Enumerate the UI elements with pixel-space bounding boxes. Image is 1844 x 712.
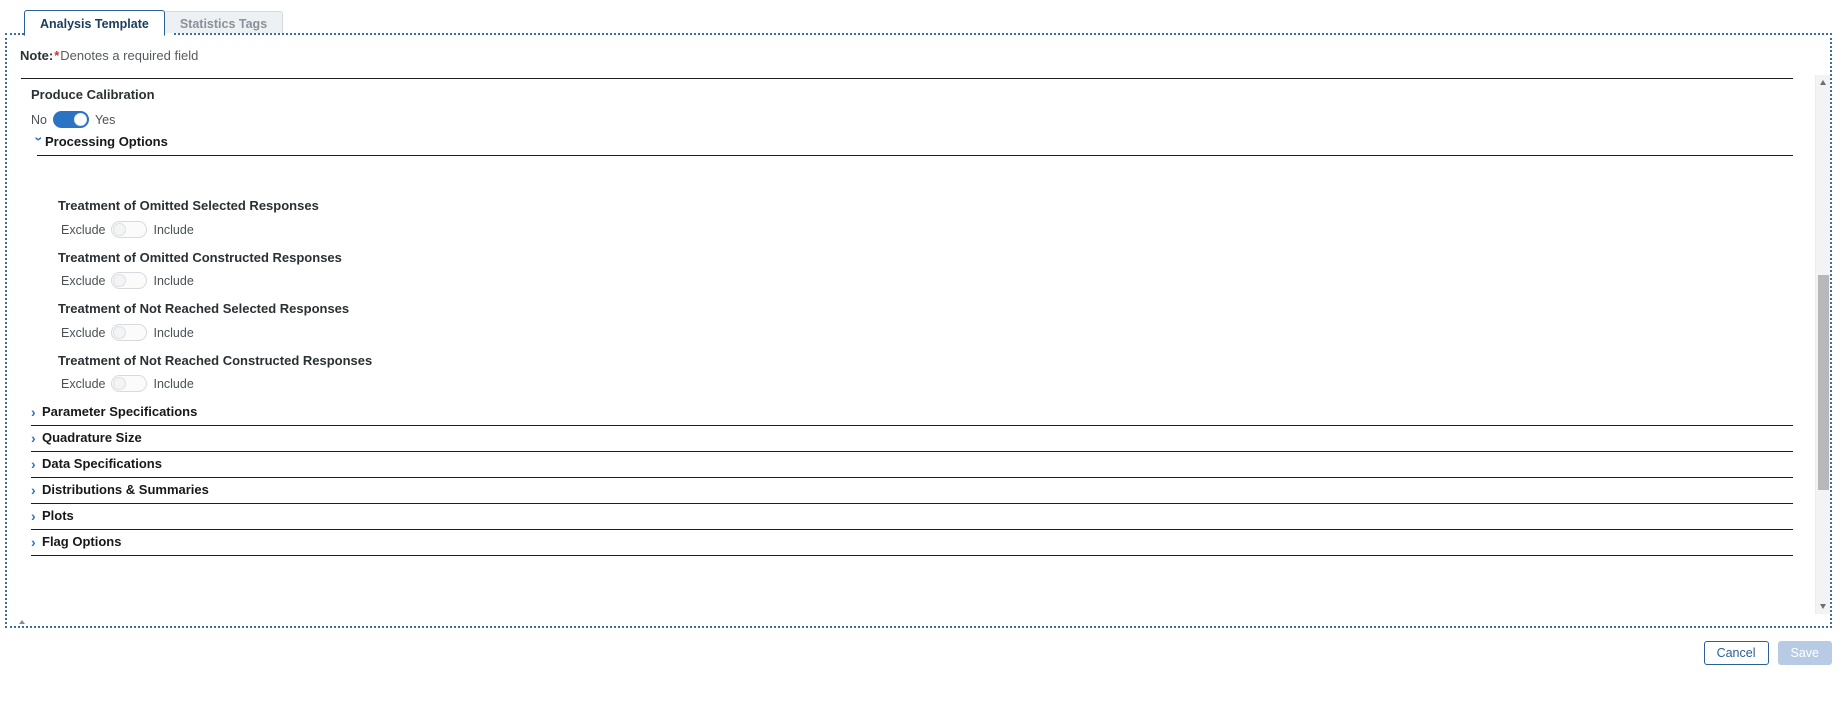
save-button[interactable]: Save bbox=[1777, 641, 1832, 665]
section-processing-options-header[interactable]: › Processing Options bbox=[31, 132, 1793, 151]
section-processing-options-rule bbox=[37, 155, 1793, 156]
section-quadrature-size: › Quadrature Size bbox=[31, 428, 1793, 452]
tab-strip: Analysis Template Statistics Tags bbox=[24, 8, 284, 36]
section-flag-options-title: Flag Options bbox=[42, 534, 122, 549]
chevron-right-icon: › bbox=[31, 403, 36, 420]
not-reached-selected-responses-label: Treatment of Not Reached Selected Respon… bbox=[58, 301, 350, 316]
not-reached-selected-responses-switch-knob bbox=[113, 326, 127, 339]
form-scroll-region[interactable]: Produce Calibration No Yes › Processing … bbox=[17, 75, 1820, 614]
section-parameter-specifications-title: Parameter Specifications bbox=[42, 404, 198, 419]
section-flag-options: › Flag Options bbox=[31, 532, 1793, 556]
not-reached-constructed-responses-off-label: Exclude bbox=[61, 376, 106, 391]
cancel-button[interactable]: Cancel bbox=[1703, 641, 1769, 665]
section-flag-options-rule bbox=[31, 555, 1793, 556]
not-reached-selected-responses-switch[interactable] bbox=[111, 324, 148, 341]
section-distributions-summaries-title: Distributions & Summaries bbox=[42, 482, 209, 497]
tab-analysis-template-label: Analysis Template bbox=[40, 17, 149, 31]
form-footer: Cancel Save bbox=[1703, 641, 1832, 665]
omitted-selected-responses-on-label: Include bbox=[153, 222, 194, 237]
scroll-down-arrow-icon[interactable] bbox=[1816, 599, 1831, 614]
chevron-right-icon: › bbox=[31, 533, 36, 550]
section-flag-options-header[interactable]: › Flag Options bbox=[31, 532, 1793, 551]
not-reached-constructed-responses-label: Treatment of Not Reached Constructed Res… bbox=[58, 353, 373, 368]
section-plots: › Plots bbox=[31, 506, 1793, 530]
not-reached-selected-responses-toggle-row: Exclude Include bbox=[61, 324, 194, 341]
chevron-right-icon: › bbox=[31, 455, 36, 472]
produce-calibration-switch-knob bbox=[73, 113, 87, 126]
omitted-constructed-responses-label: Treatment of Omitted Constructed Respons… bbox=[58, 250, 342, 265]
section-parameter-specifications-header[interactable]: › Parameter Specifications bbox=[31, 402, 1793, 421]
section-parameter-specifications-rule bbox=[31, 425, 1793, 426]
section-plots-title: Plots bbox=[42, 508, 74, 523]
section-distributions-summaries-header[interactable]: › Distributions & Summaries bbox=[31, 480, 1793, 499]
section-data-specifications: › Data Specifications bbox=[31, 454, 1793, 478]
omitted-selected-responses-label: Treatment of Omitted Selected Responses bbox=[58, 198, 319, 213]
omitted-constructed-responses-switch-knob bbox=[113, 274, 127, 287]
section-distributions-summaries: › Distributions & Summaries bbox=[31, 480, 1793, 504]
section-plots-rule bbox=[31, 529, 1793, 530]
tab-statistics-tags-label: Statistics Tags bbox=[179, 17, 268, 31]
section-processing-options: › Processing Options bbox=[31, 132, 1793, 156]
section-quadrature-size-rule bbox=[31, 451, 1793, 452]
chevron-right-icon: › bbox=[31, 507, 36, 524]
section-distributions-summaries-rule bbox=[31, 503, 1793, 504]
chevron-right-icon: › bbox=[31, 481, 36, 498]
vertical-scrollbar[interactable] bbox=[1815, 75, 1830, 614]
section-data-specifications-title: Data Specifications bbox=[42, 456, 162, 471]
chevron-right-icon: › bbox=[31, 429, 36, 446]
form-content: Produce Calibration No Yes › Processing … bbox=[17, 75, 1800, 614]
section-data-specifications-header[interactable]: › Data Specifications bbox=[31, 454, 1793, 473]
section-quadrature-size-header[interactable]: › Quadrature Size bbox=[31, 428, 1793, 447]
produce-calibration-on-label: Yes bbox=[94, 112, 116, 127]
section-quadrature-size-title: Quadrature Size bbox=[42, 430, 142, 445]
omitted-selected-responses-switch[interactable] bbox=[111, 221, 148, 238]
omitted-selected-responses-toggle-row: Exclude Include bbox=[61, 221, 194, 238]
produce-calibration-toggle-row: No Yes bbox=[31, 111, 115, 128]
note-text: Denotes a required field bbox=[60, 48, 199, 63]
chevron-down-icon: › bbox=[31, 136, 48, 141]
omitted-selected-responses-switch-knob bbox=[113, 223, 127, 236]
not-reached-constructed-responses-on-label: Include bbox=[153, 376, 194, 391]
produce-calibration-off-label: No bbox=[31, 112, 47, 127]
omitted-selected-responses-off-label: Exclude bbox=[61, 222, 106, 237]
not-reached-selected-responses-off-label: Exclude bbox=[61, 325, 106, 340]
top-divider bbox=[21, 78, 1793, 79]
scroll-up-arrow-icon[interactable] bbox=[1816, 75, 1831, 90]
produce-calibration-switch[interactable] bbox=[52, 111, 89, 128]
save-button-label: Save bbox=[1790, 646, 1820, 660]
bottom-caret-icon bbox=[19, 620, 25, 624]
not-reached-constructed-responses-switch-knob bbox=[113, 377, 127, 390]
scrollbar-thumb[interactable] bbox=[1818, 275, 1829, 490]
not-reached-constructed-responses-toggle-row: Exclude Include bbox=[61, 375, 194, 392]
analysis-template-panel: Note:*Denotes a required field Produce C… bbox=[5, 33, 1832, 628]
cancel-button-label: Cancel bbox=[1716, 646, 1756, 660]
omitted-constructed-responses-off-label: Exclude bbox=[61, 273, 106, 288]
required-field-note: Note:*Denotes a required field bbox=[20, 48, 198, 63]
omitted-constructed-responses-on-label: Include bbox=[153, 273, 194, 288]
tab-analysis-template[interactable]: Analysis Template bbox=[24, 10, 165, 36]
note-prefix: Note: bbox=[20, 48, 54, 63]
section-plots-header[interactable]: › Plots bbox=[31, 506, 1793, 525]
section-processing-options-title: Processing Options bbox=[45, 134, 168, 149]
section-data-specifications-rule bbox=[31, 477, 1793, 478]
omitted-constructed-responses-switch[interactable] bbox=[111, 272, 148, 289]
not-reached-constructed-responses-switch[interactable] bbox=[111, 375, 148, 392]
omitted-constructed-responses-toggle-row: Exclude Include bbox=[61, 272, 194, 289]
section-parameter-specifications: › Parameter Specifications bbox=[31, 402, 1793, 426]
produce-calibration-label: Produce Calibration bbox=[31, 87, 155, 102]
not-reached-selected-responses-on-label: Include bbox=[153, 325, 194, 340]
